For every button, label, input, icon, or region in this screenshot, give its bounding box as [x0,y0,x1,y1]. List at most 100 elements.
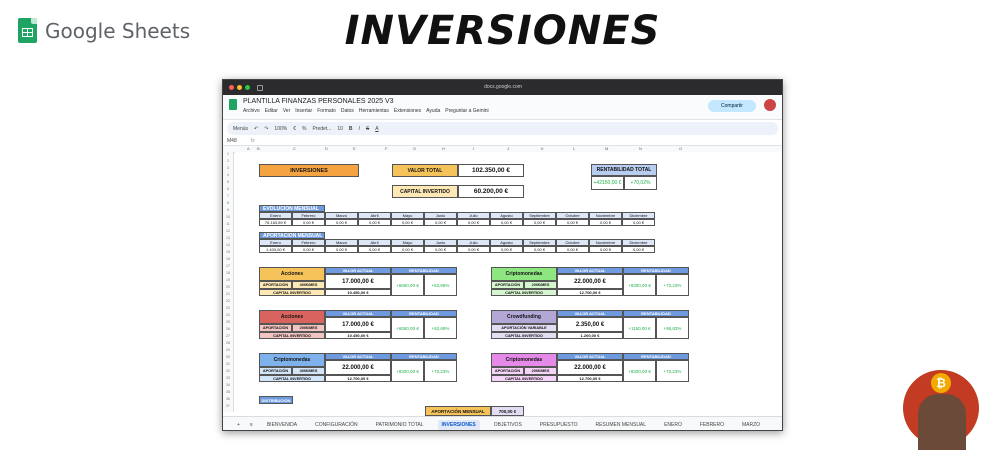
column-header[interactable]: O [679,146,682,151]
euro-format-button[interactable]: € [293,126,296,132]
redo-icon[interactable]: ↷ [264,126,268,132]
minimize-icon[interactable] [237,85,242,90]
tab-inversiones[interactable]: INVERSIONES [437,419,480,430]
menu-item[interactable]: Datos [341,108,354,114]
row-header[interactable]: 1 [223,152,233,156]
column-header[interactable]: L [573,146,575,151]
menu-item[interactable]: Formato [317,108,336,114]
row-header[interactable]: 14 [223,243,233,247]
tab-marzo[interactable]: MARZO [738,420,764,430]
text-color-button[interactable]: A [375,126,378,132]
rentabilidad-eur: +9300,00 € [623,360,656,382]
row-header[interactable]: 20 [223,285,233,289]
font-select[interactable]: Predet... [312,126,331,132]
row-header[interactable]: 28 [223,341,233,345]
row-header[interactable]: 27 [223,334,233,338]
zoom-select[interactable]: 100% [274,126,287,132]
column-header[interactable]: K [541,146,544,151]
row-header[interactable]: 15 [223,250,233,254]
column-header[interactable]: E [353,146,356,151]
maximize-icon[interactable] [245,85,250,90]
row-header[interactable]: 37 [223,404,233,408]
tab-enero[interactable]: ENERO [660,420,686,430]
strikethrough-button[interactable]: S [366,126,369,132]
tab-resumen-mensual[interactable]: RESUMEN MENSUAL [591,420,650,430]
tab-bienvenida[interactable]: BIENVENIDA [263,420,301,430]
row-header[interactable]: 13 [223,236,233,240]
rentabilidad-label: RENTABILIDAD [623,353,689,360]
row-header[interactable]: 16 [223,257,233,261]
row-header[interactable]: 12 [223,229,233,233]
row-header[interactable]: 34 [223,383,233,387]
column-header[interactable]: D [325,146,328,151]
row-header[interactable]: 26 [223,327,233,331]
add-sheet-icon[interactable]: + [237,422,240,428]
row-header[interactable]: 19 [223,278,233,282]
percent-format-button[interactable]: % [302,126,306,132]
column-header[interactable]: A [247,146,250,151]
menu-item[interactable]: Extensiones [394,108,421,114]
column-header[interactable]: I [473,146,474,151]
menu-item[interactable]: Insertar [295,108,312,114]
row-header[interactable]: 23 [223,306,233,310]
column-header[interactable]: H [442,146,445,151]
row-header[interactable]: 6 [223,187,233,191]
row-header[interactable]: 10 [223,215,233,219]
row-header[interactable]: 35 [223,390,233,394]
column-header[interactable]: C [293,146,296,151]
row-header[interactable]: 36 [223,397,233,401]
row-header[interactable]: 2 [223,159,233,163]
sheet-grid[interactable]: INVERSIONES VALOR TOTAL 102.350,00 € CAPITA… [235,152,782,416]
sidebar-icon[interactable] [257,84,263,91]
tab-objetivos[interactable]: OBJETIVOS [490,420,526,430]
search-menus-input[interactable]: Menús [233,126,248,132]
close-icon[interactable] [229,85,234,90]
column-header[interactable]: G [413,146,416,151]
row-header[interactable]: 32 [223,369,233,373]
menu-item[interactable]: Preguntar a Gemini [445,108,488,114]
menu-item[interactable]: Archivo [243,108,260,114]
row-header[interactable]: 9 [223,208,233,212]
column-header[interactable]: F [385,146,387,151]
column-header[interactable]: N [639,146,642,151]
column-header[interactable]: J [507,146,509,151]
doc-title[interactable]: PLANTILLA FINANZAS PERSONALES 2025 V3 [243,98,394,105]
share-button[interactable]: Compartir [708,100,756,112]
row-header[interactable]: 24 [223,313,233,317]
column-header[interactable]: B [257,146,260,151]
font-size-input[interactable]: 10 [337,126,343,132]
row-header[interactable]: 21 [223,292,233,296]
undo-icon[interactable]: ↶ [254,126,258,132]
block-name: Criptomonedas [491,267,557,281]
row-header[interactable]: 29 [223,348,233,352]
tab-presupuesto[interactable]: PRESUPUESTO [536,420,582,430]
column-header[interactable]: M [605,146,608,151]
row-header[interactable]: 31 [223,362,233,366]
row-header[interactable]: 18 [223,271,233,275]
tab-febrero[interactable]: FEBRERO [696,420,728,430]
menu-item[interactable]: Ver [283,108,291,114]
row-header[interactable]: 7 [223,194,233,198]
menu-item[interactable]: Ayuda [426,108,440,114]
tab-patrimonio-total[interactable]: PATRIMONIO TOTAL [372,420,428,430]
row-header[interactable]: 17 [223,264,233,268]
row-header[interactable]: 11 [223,222,233,226]
row-header[interactable]: 8 [223,201,233,205]
user-avatar[interactable] [764,99,776,111]
all-sheets-icon[interactable]: ≡ [250,422,253,428]
row-header[interactable]: 30 [223,355,233,359]
url-bar[interactable]: docs.google.com [443,83,563,92]
bold-button[interactable]: B [349,126,353,132]
menu-item[interactable]: Editar [265,108,278,114]
doc-sheets-icon[interactable] [229,99,237,110]
row-header[interactable]: 4 [223,173,233,177]
italic-button[interactable]: I [359,126,360,132]
name-box[interactable]: M48 [227,138,237,144]
row-header[interactable]: 22 [223,299,233,303]
row-header[interactable]: 3 [223,166,233,170]
tab-configuración[interactable]: CONFIGURACIÓN [311,420,362,430]
row-header[interactable]: 33 [223,376,233,380]
row-header[interactable]: 25 [223,320,233,324]
row-header[interactable]: 5 [223,180,233,184]
menu-item[interactable]: Herramientas [359,108,389,114]
